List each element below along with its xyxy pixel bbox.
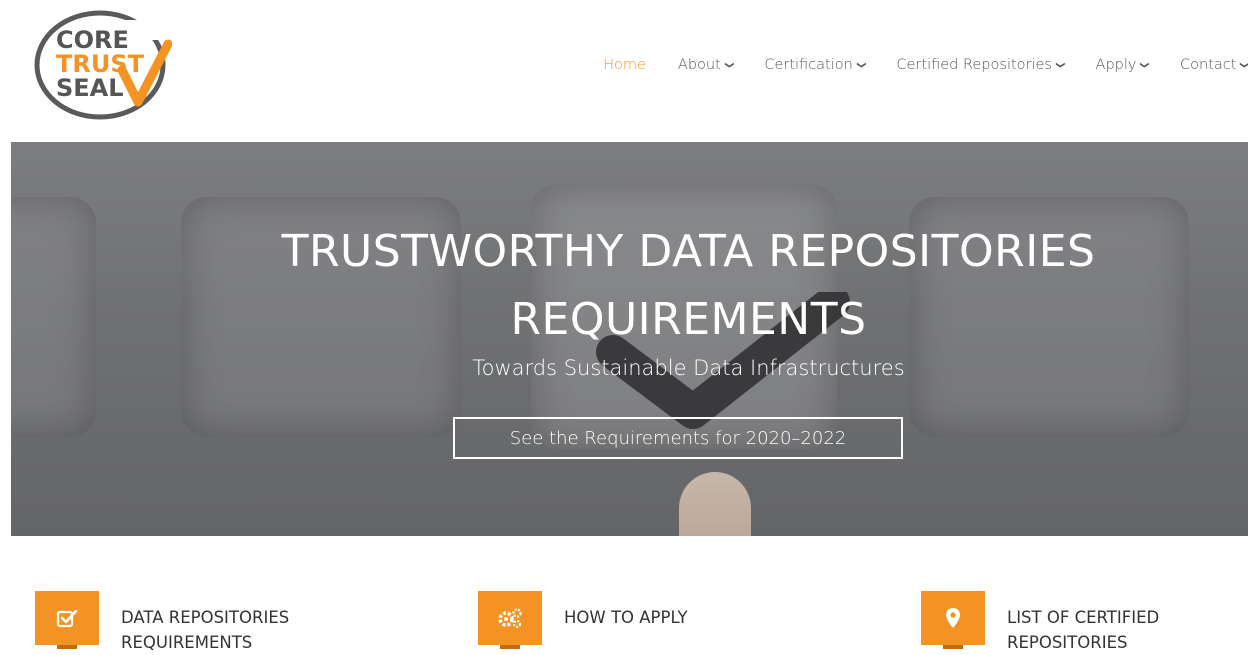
feature-title-line1: HOW TO APPLY [564,608,688,627]
hero-title-line2: REQUIREMENTS [510,294,867,345]
nav-item-certification[interactable]: Certification ❯ [764,55,866,75]
nav-label-apply: Apply [1095,57,1137,73]
feature-icon-box [921,591,985,649]
nav-item-contact[interactable]: Contact ❯ [1180,55,1248,75]
feature-how-to-apply[interactable]: HOW TO APPLY [478,591,798,649]
nav-item-home[interactable]: Home [603,55,646,75]
feature-title: DATA REPOSITORIES REQUIREMENTS [121,605,381,655]
hero-banner: TRUSTWORTHY DATA REPOSITORIES REQUIREMEN… [11,142,1248,536]
chevron-down-icon: ❯ [855,61,866,69]
hero-subtitle: Towards Sustainable Data Infrastructures [472,356,905,380]
feature-data-repositories-requirements[interactable]: DATA REPOSITORIES REQUIREMENTS [35,591,355,652]
nav-label-about: About [677,57,721,73]
chevron-down-icon: ❯ [723,61,734,69]
chevron-down-icon: ❯ [1239,61,1248,69]
main-nav: Home About ❯ Certification ❯ Certified R… [603,55,1248,75]
chevron-down-icon: ❯ [1054,61,1065,69]
nav-label-certification: Certification [764,57,853,73]
core-trust-seal-logo: CORE TRUST SEAL [34,10,172,120]
feature-title-line2: REQUIREMENTS [121,633,253,652]
feature-title: HOW TO APPLY [564,605,824,630]
feature-icon-box [35,591,99,649]
chevron-down-icon: ❯ [1139,61,1150,69]
feature-title-line1: LIST OF CERTIFIED [1007,608,1160,627]
feature-icon-box [478,591,542,649]
logo-line-seal: SEAL [56,74,124,102]
feature-list-of-certified-repositories[interactable]: LIST OF CERTIFIED REPOSITORIES [921,591,1241,652]
hero-title: TRUSTWORTHY DATA REPOSITORIES REQUIREMEN… [11,218,1248,354]
checkbox-icon [56,609,78,628]
map-marker-icon [946,608,960,628]
feature-title: LIST OF CERTIFIED REPOSITORIES [1007,605,1248,655]
nav-item-apply[interactable]: Apply ❯ [1095,55,1150,75]
hero-title-line1: TRUSTWORTHY DATA REPOSITORIES [281,226,1096,277]
nav-label-home: Home [603,57,646,73]
feature-title-line2: REPOSITORIES [1007,633,1128,652]
see-requirements-button[interactable]: See the Requirements for 2020–2022 [453,417,903,459]
nav-label-certified-repositories: Certified Repositories [896,57,1052,73]
feature-title-line1: DATA REPOSITORIES [121,608,290,627]
hero-finger-image [679,472,751,536]
site-logo[interactable]: CORE TRUST SEAL [34,10,172,120]
nav-item-about[interactable]: About ❯ [677,55,734,75]
nav-label-contact: Contact [1180,57,1237,73]
nav-item-certified-repositories[interactable]: Certified Repositories ❯ [896,55,1065,75]
gears-icon [498,608,522,629]
